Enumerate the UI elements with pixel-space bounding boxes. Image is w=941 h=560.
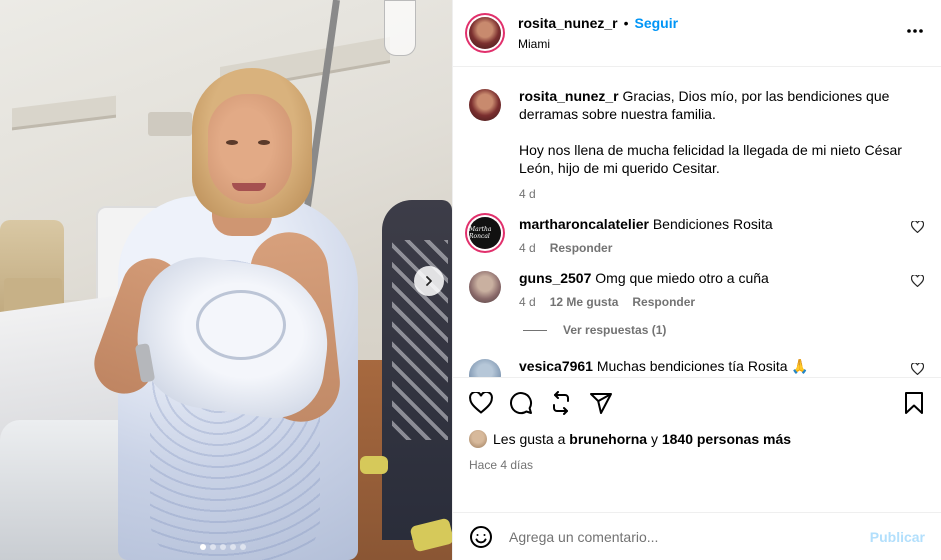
carousel-indicator (200, 544, 246, 550)
eye (258, 140, 270, 145)
comment-input[interactable] (509, 528, 870, 545)
likes-prefix: Les gusta a (493, 431, 566, 447)
avatar-logo-text: Martha Roncal (469, 226, 492, 240)
post-time[interactable]: Hace 4 días (469, 458, 925, 472)
separator-dot: • (623, 15, 629, 31)
author-row: rosita_nunez_r • Seguir (518, 15, 678, 31)
comments-list[interactable]: rosita_nunez_r Gracias, Dios mío, por la… (453, 67, 941, 377)
commenter-avatar[interactable]: Martha Roncal (469, 217, 501, 249)
view-replies-button[interactable]: Ver respuestas (1) (523, 323, 925, 337)
save-bookmark-icon[interactable] (903, 391, 925, 415)
likes-connector: y (650, 431, 658, 447)
caption-body: rosita_nunez_r Gracias, Dios mío, por la… (519, 87, 925, 201)
author-avatar[interactable] (469, 17, 501, 49)
replies-divider (523, 329, 547, 331)
post-header: rosita_nunez_r • Seguir Miami (453, 0, 941, 67)
more-horizontal-icon (907, 29, 923, 33)
view-replies-label: Ver respuestas (1) (563, 323, 667, 337)
commenter-avatar[interactable] (469, 271, 501, 303)
comment-item: vesica7961 Muchas bendiciones tía Rosita… (469, 357, 925, 377)
post-location[interactable]: Miami (518, 37, 678, 51)
comment-likes[interactable]: 12 Me gusta (550, 295, 619, 309)
post-photo[interactable] (0, 0, 452, 560)
emoji-icon[interactable] (469, 525, 493, 549)
carousel-dot (230, 544, 236, 550)
comment-body: guns_2507 Omg que miedo otro a cuña 4 d … (519, 269, 909, 309)
author-username[interactable]: rosita_nunez_r (518, 15, 618, 31)
publish-button[interactable]: Publicar (870, 529, 925, 545)
like-comment-heart-icon[interactable] (909, 220, 925, 236)
blanket-fold (196, 290, 286, 360)
likes-summary[interactable]: Les gusta a brunehorna y 1840 personas m… (469, 430, 925, 448)
like-heart-icon[interactable] (469, 392, 493, 414)
comment-text: vesica7961 Muchas bendiciones tía Rosita… (519, 357, 909, 375)
comment-content: Bendiciones Rosita (652, 216, 773, 232)
carousel-dot (200, 544, 206, 550)
iv-bag (384, 0, 416, 56)
reply-button[interactable]: Responder (550, 241, 613, 255)
follow-button[interactable]: Seguir (635, 15, 679, 31)
caption-age[interactable]: 4 d (519, 187, 536, 201)
comment-age[interactable]: 4 d (519, 295, 536, 309)
caption-meta: 4 d (519, 187, 925, 201)
liker-username[interactable]: brunehorna (569, 431, 647, 447)
liker-avatar[interactable] (469, 430, 487, 448)
comment-content: Muchas bendiciones tía Rosita 🙏 (596, 358, 809, 374)
caption-username[interactable]: rosita_nunez_r (519, 88, 619, 104)
comment-item: guns_2507 Omg que miedo otro a cuña 4 d … (469, 269, 925, 309)
caption-text: rosita_nunez_r Gracias, Dios mío, por la… (519, 87, 925, 123)
yellow-shoe (360, 456, 388, 474)
author-avatar[interactable] (469, 89, 501, 121)
comment-body: martharoncalatelier Bendiciones Rosita 4… (519, 215, 909, 255)
reply-button[interactable]: Responder (632, 295, 695, 309)
carousel-dot (220, 544, 226, 550)
like-comment-heart-icon[interactable] (909, 362, 925, 377)
comment-username[interactable]: martharoncalatelier (519, 216, 649, 232)
comment-age[interactable]: 4 d (519, 241, 536, 255)
comment-meta: 4 d 12 Me gusta Responder (519, 295, 909, 309)
repost-icon[interactable] (549, 391, 573, 415)
post-dialog: rosita_nunez_r • Seguir Miami rosita_nun… (0, 0, 941, 560)
comment-meta: 4 d Responder (519, 241, 909, 255)
like-comment-heart-icon[interactable] (909, 274, 925, 290)
post-actions: Les gusta a brunehorna y 1840 personas m… (453, 377, 941, 512)
smile (232, 183, 266, 191)
post-caption: rosita_nunez_r Gracias, Dios mío, por la… (469, 87, 925, 201)
carousel-dot (240, 544, 246, 550)
caption-line-2: Hoy nos llena de mucha felicidad la lleg… (519, 142, 902, 176)
eye (226, 140, 238, 145)
add-comment-bar: Publicar (453, 512, 941, 560)
comment-content: Omg que miedo otro a cuña (595, 270, 769, 286)
action-icons (469, 390, 925, 416)
author-info: rosita_nunez_r • Seguir Miami (518, 15, 678, 51)
comment-username[interactable]: vesica7961 (519, 358, 593, 374)
commenter-avatar[interactable] (469, 359, 501, 377)
post-sidebar: rosita_nunez_r • Seguir Miami rosita_nun… (452, 0, 941, 560)
share-paper-plane-icon[interactable] (589, 391, 613, 415)
comment-bubble-icon[interactable] (509, 391, 533, 415)
comment-username[interactable]: guns_2507 (519, 270, 591, 286)
wall-outlet-panel (148, 112, 192, 136)
likes-count[interactable]: 1840 personas más (662, 431, 791, 447)
comment-item: Martha Roncal martharoncalatelier Bendic… (469, 215, 925, 255)
more-options-icon[interactable] (905, 21, 925, 45)
comment-text: martharoncalatelier Bendiciones Rosita (519, 215, 909, 233)
comment-text: guns_2507 Omg que miedo otro a cuña (519, 269, 909, 287)
chevron-right-icon (426, 276, 432, 286)
comment-body: vesica7961 Muchas bendiciones tía Rosita… (519, 357, 909, 375)
next-slide-button[interactable] (414, 266, 444, 296)
carousel-dot (210, 544, 216, 550)
